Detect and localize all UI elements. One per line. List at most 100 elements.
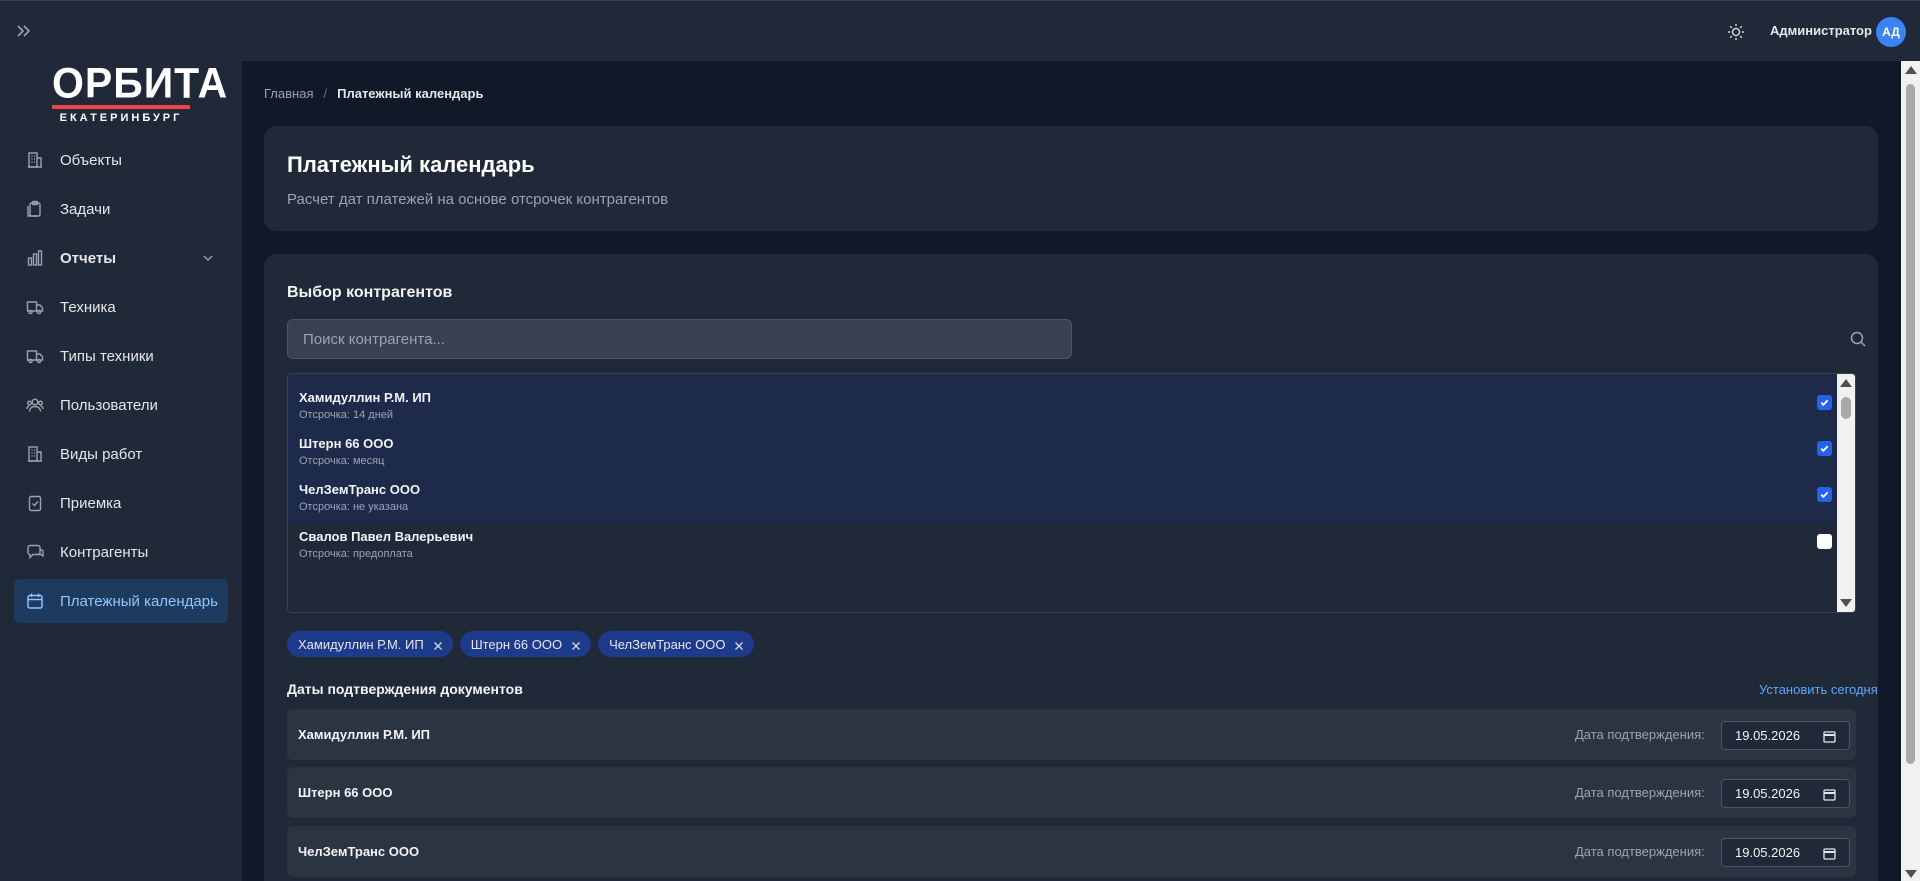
main-content: Главная / Платежный календарь Платежный … — [242, 61, 1901, 881]
sidebar-item-work-types[interactable]: Виды работ — [14, 432, 228, 476]
item-checkbox[interactable] — [1817, 487, 1832, 502]
selected-chip: ЧелЗемТранс ООО — [598, 631, 755, 657]
truck-icon — [26, 298, 44, 316]
logo-main-text: ОРБИТА — [52, 58, 229, 108]
selected-chips: Хамидуллин Р.М. ИП Штерн 66 ООО ЧелЗемТр… — [287, 631, 755, 657]
sidebar-item-label: Типы техники — [60, 347, 154, 365]
sidebar-item-acceptance[interactable]: Приемка — [14, 481, 228, 525]
user-name[interactable]: Администратор — [1770, 23, 1872, 38]
close-icon[interactable] — [433, 639, 443, 650]
selected-chip: Хамидуллин Р.М. ИП — [287, 631, 453, 657]
confirmation-date-input[interactable]: 19.05.2026 — [1721, 721, 1850, 750]
bar-chart-icon — [26, 249, 44, 267]
clipboard-check-icon — [26, 494, 44, 512]
logo-sub-text: ЕКАТЕРИНБУРГ — [59, 112, 183, 124]
list-scrollbar[interactable] — [1837, 374, 1855, 612]
calendar-icon[interactable] — [1823, 788, 1836, 801]
confirmation-date-input[interactable]: 19.05.2026 — [1721, 838, 1850, 867]
sidebar-item-label: Техника — [60, 298, 116, 316]
calendar-icon — [26, 592, 44, 610]
building-icon — [26, 445, 44, 463]
date-value: 19.05.2026 — [1735, 845, 1801, 860]
sidebar-item-payment-calendar[interactable]: Платежный календарь — [14, 579, 228, 623]
date-row-label: Дата подтверждения: — [1575, 727, 1705, 742]
calendar-icon[interactable] — [1823, 847, 1836, 860]
sidebar-item-label: Задачи — [60, 200, 111, 218]
selected-chip: Штерн 66 ООО — [459, 631, 592, 657]
calendar-icon[interactable] — [1823, 730, 1836, 743]
top-bar: Администратор АД — [0, 0, 1920, 61]
sidebar-item-equipment[interactable]: Техника — [14, 285, 228, 329]
sidebar-item-label: Объекты — [60, 151, 122, 169]
date-row-name: Штерн 66 ООО — [298, 785, 393, 800]
chip-label: Хамидуллин Р.М. ИП — [298, 636, 424, 652]
sidebar-item-label: Приемка — [60, 494, 122, 512]
theme-toggle-sun-icon[interactable] — [1726, 22, 1746, 42]
item-deferral: Отсрочка: не указана — [299, 501, 409, 513]
sidebar-item-users[interactable]: Пользователи — [14, 383, 228, 427]
item-deferral: Отсрочка: предоплата — [299, 548, 413, 560]
scroll-down-arrow[interactable] — [1905, 870, 1917, 878]
page-scrollbar[interactable] — [1901, 61, 1920, 881]
date-row: Хамидуллин Р.М. ИП Дата подтверждения: 1… — [287, 709, 1856, 760]
sidebar-item-label: Отчеты — [60, 249, 117, 267]
chip-label: Штерн 66 ООО — [470, 636, 563, 652]
item-name: Штерн 66 ООО — [299, 436, 394, 451]
date-value: 19.05.2026 — [1735, 728, 1801, 743]
section-title-dates: Даты подтверждения документов — [287, 681, 523, 697]
page-header-card: Платежный календарь Расчет дат платежей … — [264, 126, 1878, 231]
users-icon — [26, 396, 44, 414]
chevron-down-icon[interactable] — [200, 250, 216, 266]
sidebar-item-label: Пользователи — [60, 396, 158, 414]
counterparty-selection-card: Выбор контрагентов Хамидуллин Р.М. ИП От… — [264, 254, 1878, 881]
date-row-name: Хамидуллин Р.М. ИП — [298, 727, 431, 742]
page-subtitle: Расчет дат платежей на основе отсрочек к… — [287, 191, 669, 208]
breadcrumb-current: Платежный календарь — [337, 86, 484, 101]
chat-icon — [26, 543, 44, 561]
list-item[interactable]: Свалов Павел Валерьевич Отсрочка: предоп… — [288, 513, 1839, 570]
sidebar-item-label: Платежный календарь — [60, 592, 218, 610]
close-icon[interactable] — [571, 639, 581, 650]
search-icon[interactable] — [1849, 330, 1867, 348]
sidebar-item-reports[interactable]: Отчеты — [14, 236, 228, 280]
set-today-button[interactable]: Установить сегодня — [1759, 682, 1878, 697]
sidebar-item-counterparties[interactable]: Контрагенты — [14, 530, 228, 574]
date-row: Штерн 66 ООО Дата подтверждения: 19.05.2… — [287, 767, 1856, 818]
sidebar-nav: Объекты Задачи Отчеты Техника Типы техни… — [14, 138, 228, 628]
building-icon — [26, 151, 44, 169]
date-row-name: ЧелЗемТранс ООО — [298, 844, 420, 859]
date-row-label: Дата подтверждения: — [1575, 785, 1705, 800]
sidebar-item-objects[interactable]: Объекты — [14, 138, 228, 182]
sidebar-item-equipment-types[interactable]: Типы техники — [14, 334, 228, 378]
breadcrumb-home[interactable]: Главная — [264, 86, 313, 101]
counterparty-list: Хамидуллин Р.М. ИП Отсрочка: 14 дней Ште… — [287, 373, 1856, 613]
expand-sidebar-icon[interactable] — [14, 21, 34, 41]
sidebar-item-label: Виды работ — [60, 445, 143, 463]
item-name: Свалов Павел Валерьевич — [299, 529, 474, 544]
item-name: ЧелЗемТранс ООО — [299, 482, 421, 497]
date-value: 19.05.2026 — [1735, 786, 1801, 801]
clipboard-icon — [26, 200, 44, 218]
scroll-up-arrow[interactable] — [1840, 379, 1852, 387]
date-row: ЧелЗемТранс ООО Дата подтверждения: 19.0… — [287, 826, 1856, 877]
item-checkbox[interactable] — [1817, 534, 1832, 549]
sidebar-item-tasks[interactable]: Задачи — [14, 187, 228, 231]
truck-icon — [26, 347, 44, 365]
scroll-up-arrow[interactable] — [1905, 66, 1917, 74]
chip-label: ЧелЗемТранс ООО — [609, 636, 726, 652]
confirmation-date-input[interactable]: 19.05.2026 — [1721, 779, 1850, 808]
sidebar-item-label: Контрагенты — [60, 543, 149, 561]
scroll-thumb[interactable] — [1906, 84, 1915, 764]
item-checkbox[interactable] — [1817, 395, 1832, 410]
close-icon[interactable] — [734, 639, 744, 650]
counterparty-search-input[interactable] — [287, 319, 1072, 359]
page-title: Платежный календарь — [287, 152, 535, 177]
item-checkbox[interactable] — [1817, 441, 1832, 456]
avatar[interactable]: АД — [1876, 17, 1906, 47]
section-title-selection: Выбор контрагентов — [287, 284, 453, 301]
scroll-thumb[interactable] — [1841, 397, 1851, 419]
logo[interactable]: ОРБИТА ЕКАТЕРИНБУРГ — [52, 58, 229, 124]
breadcrumb: Главная / Платежный календарь — [264, 86, 483, 101]
scroll-down-arrow[interactable] — [1840, 599, 1852, 607]
item-name: Хамидуллин Р.М. ИП — [299, 390, 432, 405]
